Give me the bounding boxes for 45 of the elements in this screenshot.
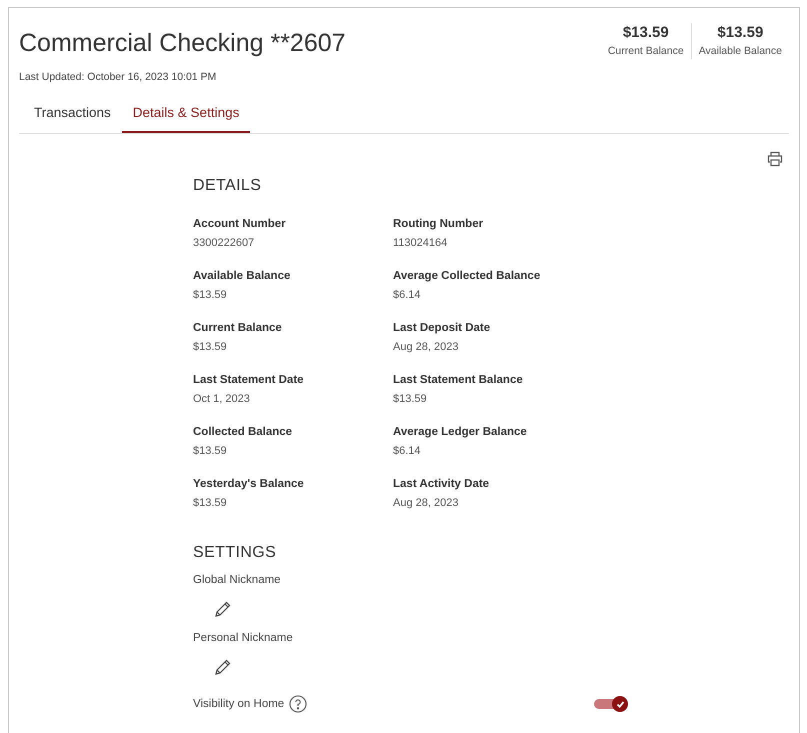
setting-label: Personal Nickname <box>193 631 294 646</box>
field-label: Current Balance <box>193 320 283 336</box>
tab[interactable]: Details & Settings <box>122 96 250 133</box>
field-value: $13.59 <box>193 288 228 303</box>
balance-amount: $13.59 <box>717 23 764 43</box>
help-icon[interactable] <box>289 695 308 714</box>
field-value: 113024164 <box>393 236 448 251</box>
field-value: $13.59 <box>393 392 428 407</box>
last-updated: Last Updated: October 16, 2023 10:01 PM <box>19 70 218 85</box>
field-label: Last Activity Date <box>393 476 490 492</box>
pencil-icon <box>214 658 232 676</box>
field-value: Aug 28, 2023 <box>393 496 460 511</box>
field-value: $13.59 <box>193 444 228 459</box>
pencil-icon <box>214 600 232 618</box>
tab[interactable]: Transactions <box>23 96 122 133</box>
field-value: $6.14 <box>393 288 422 303</box>
field-label: Last Statement Balance <box>393 372 524 388</box>
balance-label: Current Balance <box>608 44 684 59</box>
check-icon <box>616 700 624 709</box>
field-label: Last Deposit Date <box>393 320 492 336</box>
field-value: $6.14 <box>393 444 422 459</box>
edit-button[interactable] <box>213 657 233 678</box>
print-icon[interactable] <box>767 150 783 167</box>
field-label: Last Statement Date <box>193 372 305 388</box>
field-label: Average Ledger Balance <box>393 424 528 440</box>
field-value: $13.59 <box>193 496 228 511</box>
balance-amount: $13.59 <box>622 23 669 43</box>
field-value: $13.59 <box>193 340 228 355</box>
account-title: Commercial Checking **2607 <box>19 28 346 58</box>
field-value: Aug 28, 2023 <box>393 340 460 355</box>
balance-label: Available Balance <box>698 44 782 59</box>
setting-label: Visibility on Home <box>193 696 284 712</box>
field-label: Collected Balance <box>193 424 294 440</box>
field-label: Account Number <box>193 216 287 232</box>
edit-button[interactable] <box>213 599 233 619</box>
field-label: Available Balance <box>193 268 292 284</box>
section-heading: DETAILS <box>193 176 262 196</box>
field-label: Yesterday's Balance <box>193 476 305 492</box>
field-value: Oct 1, 2023 <box>193 392 251 407</box>
setting-label: Global Nickname <box>193 572 282 588</box>
field-label: Average Collected Balance <box>393 268 542 284</box>
field-label: Routing Number <box>393 216 484 232</box>
field-value: 3300222607 <box>193 236 256 251</box>
section-heading: SETTINGS <box>193 542 278 563</box>
visibility-toggle[interactable] <box>594 696 628 712</box>
